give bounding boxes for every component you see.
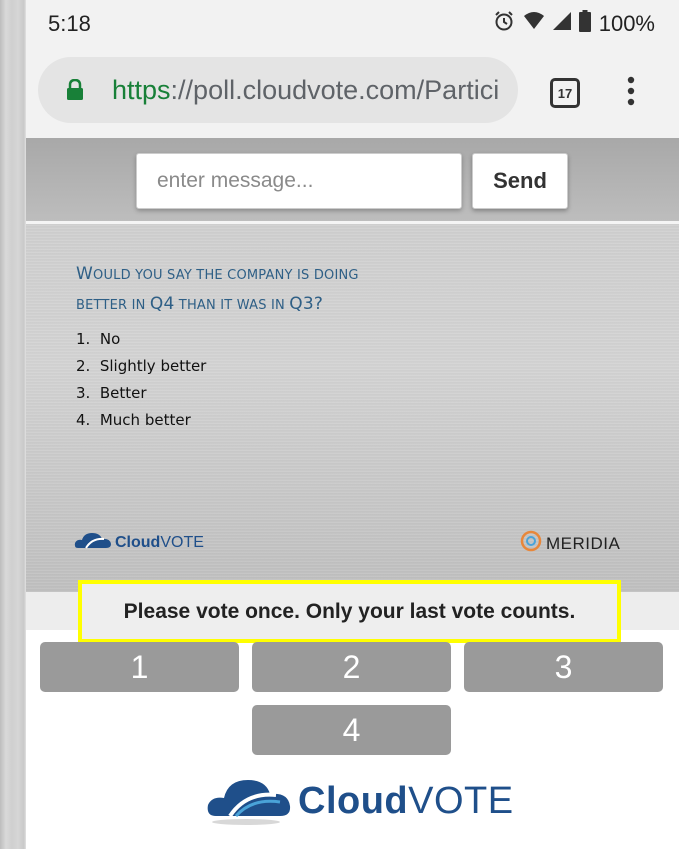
option-item: 1. No: [76, 326, 206, 353]
vote-notice: Please vote once. Only your last vote co…: [78, 580, 621, 643]
signal-icon: [552, 12, 571, 35]
battery-icon: [578, 10, 591, 37]
send-button[interactable]: Send: [472, 153, 568, 209]
option-number: 2.: [76, 357, 91, 375]
cloud-logo-icon: [206, 772, 294, 831]
cloudvote-footer-brand: CloudVOTE: [298, 780, 514, 823]
url-path: ://poll.cloudvote.com/Partici: [170, 75, 500, 105]
brand-bold: Cloud: [298, 780, 409, 822]
option-number: 1.: [76, 330, 91, 348]
brand-bold: Cloud: [115, 533, 161, 551]
message-bar: Send: [26, 138, 679, 224]
meridia-logo: MERIDIA: [520, 530, 620, 557]
question-line-2: better in Q4 than it was in Q3?: [76, 290, 496, 320]
poll-slide: Send Would you say the company is doing …: [26, 138, 679, 592]
question-line-2-mid: than it was in: [174, 298, 290, 313]
option-label: No: [99, 330, 121, 348]
vote-button-2[interactable]: 2: [252, 642, 451, 692]
alarm-icon: [493, 10, 515, 37]
tab-switcher-button[interactable]: 17: [550, 78, 580, 108]
browser-toolbar: https://poll.cloudvote.com/Partici 17: [26, 48, 679, 138]
meridia-logo-icon: [520, 530, 542, 557]
cloudvote-slide-brand: CloudVOTE: [115, 534, 204, 552]
phone-screen: 5:18 100% https://poll.cloudvote.com/Par…: [26, 0, 679, 849]
question-mark: ?: [313, 294, 324, 314]
poll-options: 1. No 2. Slightly better 3. Better 4. Mu…: [76, 326, 206, 434]
poll-question: Would you say the company is doing bette…: [76, 260, 496, 320]
brand-light: VOTE: [408, 780, 514, 822]
cloudvote-slide-logo: CloudVOTE: [74, 530, 204, 555]
url-scheme: https: [112, 75, 171, 105]
question-q4: Q4: [149, 294, 175, 314]
option-item: 2. Slightly better: [76, 353, 206, 380]
message-input[interactable]: [136, 153, 462, 209]
vote-button-1[interactable]: 1: [40, 642, 239, 692]
cloud-logo-icon: [74, 530, 112, 555]
question-initial: W: [76, 264, 94, 284]
wifi-icon: [523, 11, 545, 36]
option-number: 3.: [76, 384, 91, 402]
battery-percent: 100%: [598, 10, 655, 36]
status-icons: 100%: [493, 10, 655, 37]
lock-icon: [66, 78, 84, 106]
address-bar[interactable]: https://poll.cloudvote.com/Partici: [38, 57, 518, 123]
meridia-brand: MERIDIA: [546, 533, 621, 553]
vote-button-4[interactable]: 4: [252, 705, 451, 755]
status-bar: 5:18 100%: [26, 0, 679, 48]
status-time: 5:18: [48, 11, 91, 36]
url-text[interactable]: https://poll.cloudvote.com/Partici: [112, 75, 512, 106]
option-label: Better: [99, 384, 147, 402]
cloudvote-footer-logo: CloudVOTE: [206, 772, 514, 831]
option-label: Slightly better: [99, 357, 207, 375]
question-line-2-pre: better in: [76, 298, 150, 313]
option-item: 4. Much better: [76, 407, 206, 434]
option-label: Much better: [99, 411, 191, 429]
overflow-menu-icon[interactable]: [626, 76, 636, 111]
option-number: 4.: [76, 411, 91, 429]
brand-light: VOTE: [160, 533, 204, 551]
option-item: 3. Better: [76, 380, 206, 407]
vote-button-3[interactable]: 3: [464, 642, 663, 692]
question-q3: Q3: [289, 294, 314, 314]
question-line-1-text: ould you say the company is doing: [93, 268, 359, 283]
question-line-1: Would you say the company is doing: [76, 260, 496, 290]
